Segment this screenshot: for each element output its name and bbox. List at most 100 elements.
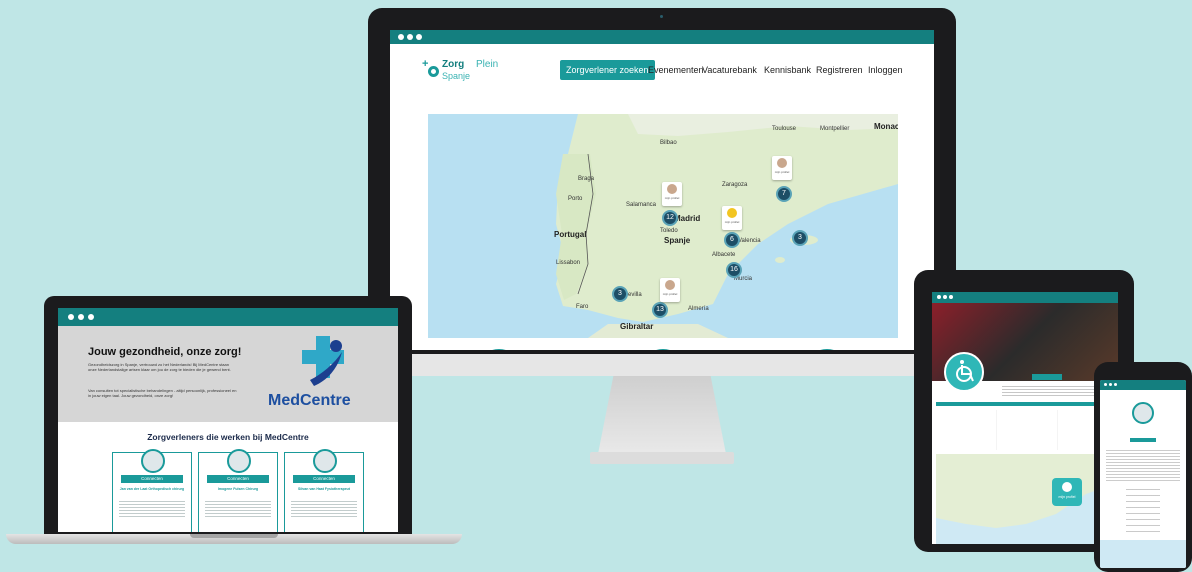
monitor-chin [368,354,956,376]
logo-word-plein: Plein [476,59,499,70]
map-cluster[interactable]: 16 [726,262,742,278]
hero-section: Jouw gezondheid, onze zorg! Gezondheidsz… [58,326,398,422]
map-cluster[interactable]: 3 [792,230,808,246]
window-dot[interactable] [1114,383,1117,386]
map-label-lissabon: Lissabon [556,260,581,266]
map-label-faro: Faro [576,304,589,310]
map-profile-card[interactable]: mijn profiel [660,278,680,302]
tablet-contact-columns [936,410,1114,450]
map-label-albacete: Albacete [712,252,736,258]
mobicare-logo [944,352,984,392]
site-header: + Zorg Plein Spanje Zorgverlener zoeken … [390,44,934,94]
map-label-braga: Braga [578,176,595,182]
tablet-text-block [1002,384,1106,398]
map-cluster[interactable]: 3 [612,286,628,302]
provider-bio [119,499,185,519]
nav-link-inloggen[interactable]: Inloggen [868,65,903,75]
zorgplein-logo[interactable]: + Zorg Plein Spanje [422,56,498,84]
provider-card[interactable]: Connecten Imogene Fulsen Chirurg [198,449,278,532]
section-title: Zorgverleners die werken bij MedCentre [147,432,309,442]
map-label-gibraltar: Gibraltar [620,322,654,331]
phone-text-block [1106,448,1180,482]
hero-intro-2: Van consulten tot specialistische behand… [88,388,237,398]
medcentre-wordmark: MedCentre [268,392,351,409]
window-dot[interactable] [68,314,74,320]
map-label-spanje: Spanje [664,236,691,245]
monitor-stand [598,376,726,454]
phone [1094,362,1192,572]
window-dot[interactable] [1109,383,1112,386]
provider-name: Imogene Fulsen Chirurg [217,487,259,491]
map-label-monaco: Monaco [874,122,898,131]
nav-link-vacaturebank[interactable]: Vacaturebank [702,65,757,75]
location-pin-icon [428,66,439,77]
nav-link-registreren[interactable]: Registreren [816,65,863,75]
map-label-montpellier: Montpellier [820,126,850,132]
logo-word-spanje: Spanje [442,71,471,81]
provider-bio [205,499,271,519]
map-label-salamanca: Salamanca [626,202,657,208]
map-cluster[interactable]: 7 [776,186,792,202]
window-dot[interactable] [1104,383,1107,386]
wheelchair-icon [956,360,974,382]
window-dot[interactable] [943,295,947,299]
laptop-notch [190,534,278,538]
provider-card[interactable]: Connecten Jan van der Laat Orthopedisch … [112,449,192,532]
window-titlebar [58,308,398,326]
logo-word-zorg: Zorg [442,59,465,70]
hero-intro: Gezondheidszorg in Spanje, vertrouwd zo … [88,362,231,372]
medcentre-logo-icon [302,336,344,386]
provider-card[interactable]: Connecten Silvan van Haat Fysiotherapeut [284,449,364,532]
map-profile-card[interactable]: mijn profiel [772,156,792,180]
provider-map[interactable]: Portugal Spanje Madrid Lissabon Gibralta… [428,114,898,338]
window-dot[interactable] [416,34,422,40]
connect-button[interactable]: Connecten [207,475,269,483]
plus-icon: + [422,58,429,70]
phone-connect-button[interactable] [1130,438,1156,442]
connect-button[interactable]: Connecten [121,475,183,483]
popup-label: mijn profiel [1058,495,1076,499]
nav-link-evenementen[interactable]: Evenementen [648,65,704,75]
map-label-almeria: Almería [688,306,709,312]
nav-link-kennisbank[interactable]: Kennisbank [764,65,811,75]
laptop-screen: Jouw gezondheid, onze zorg! Gezondheidsz… [58,308,398,532]
desktop-monitor: + Zorg Plein Spanje Zorgverlener zoeken … [368,8,956,376]
provider-avatar [477,349,521,350]
window-dot[interactable] [937,295,941,299]
window-dot[interactable] [407,34,413,40]
map-profile-card[interactable]: mijn profiel [662,182,682,206]
window-dot[interactable] [88,314,94,320]
tablet-badge[interactable] [1032,374,1062,380]
map-cluster[interactable]: 12 [662,210,678,226]
find-provider-button[interactable]: Zorgverlener zoeken [560,60,655,80]
map-label-toledo: Toledo [660,228,678,234]
map-label-toulouse: Toulouse [772,126,797,132]
tablet-band [936,402,1114,406]
desktop-screen: + Zorg Plein Spanje Zorgverlener zoeken … [390,30,934,350]
map-label-valencia: Valencia [738,238,761,244]
map-cluster[interactable]: 6 [724,232,740,248]
tablet-map-profile-popup[interactable]: mijn profiel [1052,478,1082,506]
tablet-screen: mijn profiel [932,292,1118,544]
map-cluster[interactable]: 13 [652,302,668,318]
provider-name: Jan van der Laat Orthopedisch chirurg [119,487,185,491]
provider-avatar [227,449,251,473]
phone-map[interactable] [1100,540,1186,568]
camera [660,15,663,18]
provider-avatar [1132,402,1154,424]
phone-screen [1100,380,1186,568]
window-titlebar [390,30,934,44]
tablet-map[interactable] [936,454,1114,544]
window-titlebar [932,292,1118,303]
window-dot[interactable] [949,295,953,299]
map-label-portugal: Portugal [554,230,587,239]
window-dot[interactable] [398,34,404,40]
map-label-zaragoza: Zaragoza [722,182,748,188]
laptop: Jouw gezondheid, onze zorg! Gezondheidsz… [44,296,412,534]
provider-avatar [141,449,165,473]
map-profile-card[interactable]: mijn profiel [722,206,742,230]
window-dot[interactable] [78,314,84,320]
connect-button[interactable]: Connecten [293,475,355,483]
provider-avatar [313,449,337,473]
map-label-porto: Porto [568,196,583,202]
